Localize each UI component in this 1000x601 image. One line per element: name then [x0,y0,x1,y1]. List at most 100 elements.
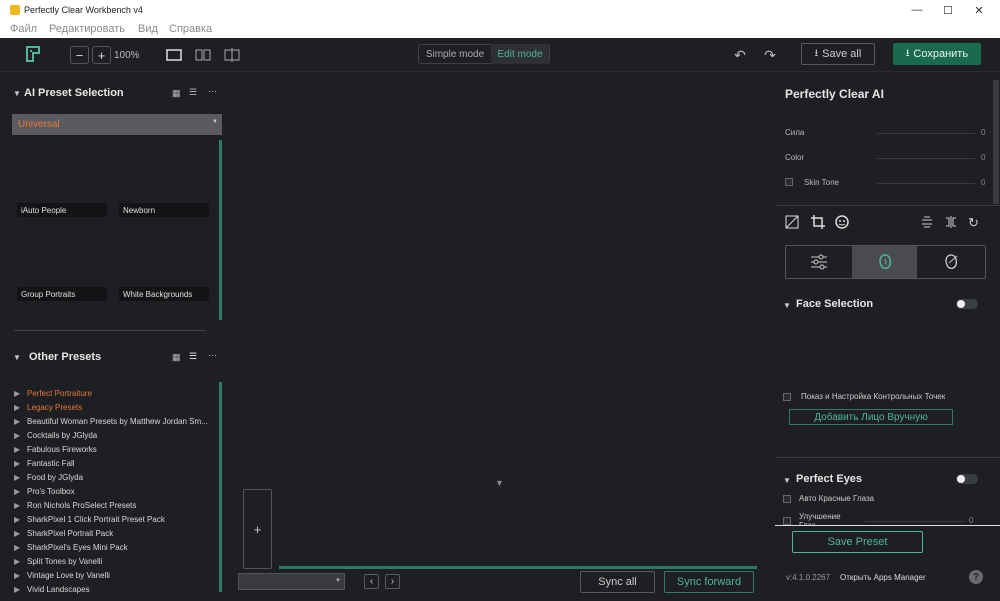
expand-arrow-icon[interactable]: ▶ [14,445,27,454]
maximize-button[interactable]: ☐ [933,0,963,20]
preset-folder-item[interactable]: ▶ Split Tones by Vanelli [14,554,219,568]
preset-dropdown[interactable]: Universal ▼ [12,114,222,135]
filmstrip-dropdown[interactable]: ▼ [238,573,345,590]
zoom-in-button[interactable]: + [92,46,111,64]
preset-folder-item[interactable]: ▶ SharkPixel's Eyes Mini Pack [14,540,219,554]
split-view-icon[interactable] [194,46,212,64]
expand-arrow-icon[interactable]: ▶ [14,557,27,566]
menu-file[interactable]: Файл [10,23,37,35]
collapse-ai-presets-icon[interactable]: ▼ [13,89,21,98]
expand-arrow-icon[interactable]: ▶ [14,431,27,440]
redo-icon[interactable]: ↷ [762,46,778,64]
expand-arrow-icon[interactable]: ▶ [14,417,27,426]
preset-folder-item[interactable]: ▶ Fantastic Fall [14,456,219,470]
expand-arrow-icon[interactable]: ▶ [14,501,27,510]
face-smile-icon[interactable] [835,215,849,234]
edit-mode-button[interactable]: Edit mode [491,44,549,64]
strength-slider[interactable] [877,133,975,134]
grid-view-icon[interactable]: ▦ [172,352,181,363]
close-button[interactable]: ✕ [964,0,994,20]
rotate-icon[interactable]: ↻ [968,215,979,231]
tab-retouch[interactable] [917,246,985,278]
tab-face[interactable] [852,246,917,278]
tone-curve-icon[interactable] [785,215,799,234]
preset-folder-label: Fabulous Fireworks [27,444,97,454]
expand-arrow-icon[interactable]: ▶ [14,571,27,580]
preset-folder-item[interactable]: ▶ Cocktails by JGlyda [14,428,219,442]
filmstrip-scrollbar[interactable] [279,566,757,569]
preset-folder-item[interactable]: ▶ SharkPixel 1 Click Portrait Preset Pack [14,512,219,526]
menu-help[interactable]: Справка [169,23,212,35]
minimize-button[interactable]: — [902,0,932,20]
preset-folder-item[interactable]: ▶ Food by JGlyda [14,470,219,484]
preset-folder-item[interactable]: ▶ Vivid Landscapes [14,582,219,596]
collapse-other-presets-icon[interactable]: ▼ [13,353,21,362]
grid-view-icon[interactable]: ▦ [172,88,181,99]
preset-scrollbar[interactable] [219,140,222,320]
next-icon[interactable]: › [385,574,400,589]
crop-icon[interactable] [811,215,825,234]
preset-tile-group-portraits[interactable]: Group Portraits [17,287,107,301]
show-points-checkbox[interactable] [783,393,791,401]
skin-tone-slider[interactable] [877,183,975,184]
preset-folder-item[interactable]: ▶ Pro's Toolbox [14,484,219,498]
help-icon[interactable]: ? [969,570,983,584]
preset-tile-newborn[interactable]: Newborn [119,203,209,217]
save-button[interactable]: ⭳ Сохранить [893,43,981,65]
flip-horizontal-icon[interactable] [944,215,958,234]
undo-icon[interactable]: ↶ [732,46,748,64]
preset-folder-item[interactable]: ▶ Vintage Love by Vanelli [14,568,219,582]
menu-view[interactable]: Вид [138,23,158,35]
expand-arrow-icon[interactable]: ▶ [14,515,27,524]
skin-tone-checkbox[interactable] [785,178,793,186]
color-slider[interactable] [877,158,975,159]
preset-folder-item[interactable]: ▶ Beautiful Woman Presets by Matthew Jord… [14,414,219,428]
sync-all-button[interactable]: Sync all [580,571,655,593]
list-view-icon[interactable]: ☰ [189,351,197,362]
more-options-icon[interactable]: ⋯ [208,350,217,361]
single-view-icon[interactable] [165,46,183,64]
compare-view-icon[interactable] [223,46,241,64]
ai-preset-title: AI Preset Selection [24,87,124,99]
workbench-logo-icon[interactable] [26,46,40,62]
preset-tile-iauto-people[interactable]: iAuto People [17,203,107,217]
expand-arrow-icon[interactable]: ▶ [14,585,27,594]
expand-arrow-icon[interactable]: ▶ [14,459,27,468]
collapse-perfect-eyes-icon[interactable]: ▼ [783,476,791,485]
preset-folder-item[interactable]: ▶ Perfect Portraiture [14,386,219,400]
expand-arrow-icon[interactable]: ▶ [14,487,27,496]
expand-arrow-icon[interactable]: ▶ [14,473,27,482]
save-all-button[interactable]: ⭳ Save all [801,43,875,65]
expand-arrow-icon[interactable]: ▶ [14,543,27,552]
add-image-button[interactable]: + [243,489,272,569]
simple-mode-button[interactable]: Simple mode [419,44,491,64]
tab-adjustments[interactable] [786,246,852,278]
list-view-icon[interactable]: ☰ [189,87,197,98]
more-options-icon[interactable]: ⋯ [208,86,217,97]
expand-arrow-icon[interactable]: ▶ [14,403,27,412]
menu-edit[interactable]: Редактировать [49,23,125,35]
zoom-out-button[interactable]: − [70,46,89,64]
preset-folder-item[interactable]: ▶ Legacy Presets [14,400,219,414]
collapse-face-selection-icon[interactable]: ▼ [783,301,791,310]
right-scrollbar[interactable] [993,80,999,204]
other-presets-scrollbar[interactable] [219,382,222,592]
filmstrip-toggle-icon[interactable]: ▼ [495,478,504,488]
flip-vertical-icon[interactable] [920,215,934,234]
eye-enhance-checkbox[interactable] [783,517,791,525]
face-selection-toggle[interactable] [956,299,978,309]
preset-folder-item[interactable]: ▶ Fabulous Fireworks [14,442,219,456]
previous-icon[interactable]: ‹ [364,574,379,589]
expand-arrow-icon[interactable]: ▶ [14,529,27,538]
perfect-eyes-toggle[interactable] [956,474,978,484]
preset-folder-item[interactable]: ▶ SharkPixel Portrait Pack [14,526,219,540]
red-eye-checkbox[interactable] [783,495,791,503]
preset-folder-item[interactable]: ▶ Ron Nichols ProSelect Presets [14,498,219,512]
sync-forward-button[interactable]: Sync forward [664,571,754,593]
add-face-manually-button[interactable]: Добавить Лицо Вручную [789,409,953,425]
preset-tile-white-backgrounds[interactable]: White Backgrounds [119,287,209,301]
expand-arrow-icon[interactable]: ▶ [14,389,27,398]
save-preset-button[interactable]: Save Preset [792,531,923,553]
eye-enhance-slider[interactable] [865,521,965,522]
apps-manager-link[interactable]: Открыть Apps Manager [840,573,926,582]
